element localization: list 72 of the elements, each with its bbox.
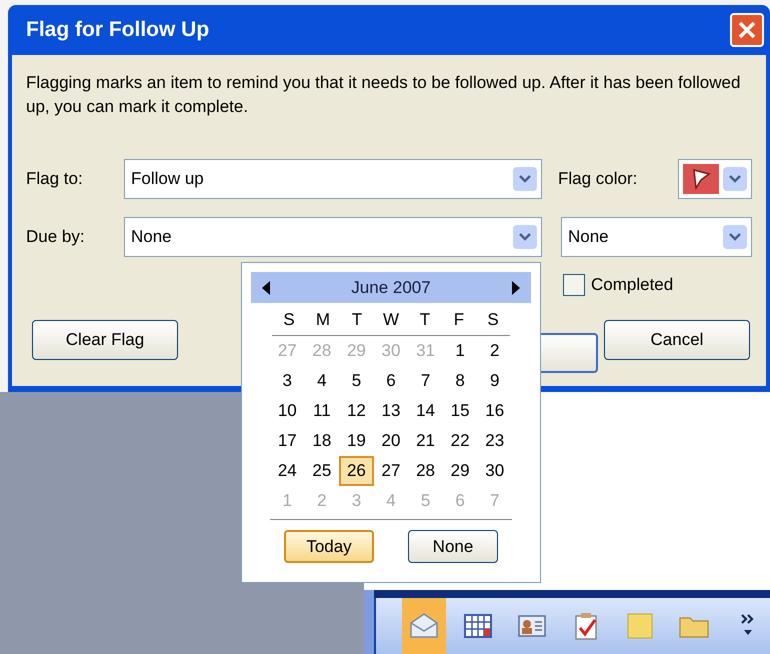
close-icon: [737, 20, 757, 40]
task-checklist-icon: [574, 612, 598, 640]
calendar-day[interactable]: 14: [408, 396, 443, 426]
none-button[interactable]: None: [408, 530, 498, 563]
close-button[interactable]: [730, 13, 764, 47]
weekday-label: W: [382, 308, 400, 331]
contact-card-icon: [518, 615, 546, 637]
calendar-day[interactable]: 23: [477, 426, 512, 456]
description-text: Flagging marks an item to remind you that it needs to be followed up. After it has been followed up, you can mark it complete.: [26, 72, 742, 118]
calendar-day[interactable]: 22: [442, 426, 478, 456]
weekday-label: T: [418, 308, 432, 331]
calendar-day[interactable]: 26: [339, 456, 374, 486]
calendar-day[interactable]: 4: [304, 366, 340, 396]
today-button[interactable]: Today: [284, 530, 374, 563]
chevron-down-icon: [519, 174, 531, 184]
cancel-button[interactable]: Cancel: [604, 320, 750, 360]
calendar-day[interactable]: 24: [270, 456, 305, 486]
due-date-dropdown[interactable]: None: [124, 217, 542, 257]
calendar-day[interactable]: 7: [408, 366, 443, 396]
calendar-day[interactable]: 1: [442, 336, 478, 366]
calendar-day[interactable]: 6: [374, 366, 408, 396]
next-month-arrow-icon[interactable]: [511, 280, 521, 294]
calendar-day[interactable]: 16: [477, 396, 512, 426]
calendar-day[interactable]: 30: [477, 456, 512, 486]
calendar-day[interactable]: 29: [442, 456, 478, 486]
chevron-down-icon: [729, 232, 741, 242]
calendar-day[interactable]: 15: [442, 396, 478, 426]
completed-checkbox[interactable]: [563, 274, 585, 296]
calendar-day[interactable]: 13: [374, 396, 408, 426]
calendar-day[interactable]: 12: [339, 396, 374, 426]
clear-flag-button[interactable]: Clear Flag: [32, 320, 178, 360]
dropdown-button[interactable]: [723, 167, 747, 191]
chevron-down-icon: [729, 174, 741, 184]
flag-color-picker[interactable]: [678, 159, 752, 199]
weekday-label: S: [282, 308, 296, 331]
calendar-day[interactable]: 9: [477, 366, 512, 396]
field-label: Due by:: [26, 226, 86, 248]
calendar-day[interactable]: 11: [304, 396, 340, 426]
weekday-label: T: [350, 308, 364, 331]
flag-icon: [691, 168, 711, 190]
calendar-day[interactable]: 17: [270, 426, 305, 456]
field-label: Flag to:: [26, 168, 84, 190]
calendar-day[interactable]: 28: [408, 456, 443, 486]
calendar-day[interactable]: 25: [304, 456, 340, 486]
dropdown-button[interactable]: [513, 167, 537, 191]
calendar-icon: [464, 614, 492, 638]
checkbox-label: Completed: [591, 274, 674, 296]
weekday-label: S: [486, 308, 500, 331]
calendar-day[interactable]: 10: [270, 396, 305, 426]
envelope-icon: [409, 613, 439, 639]
calendar-day[interactable]: 21: [408, 426, 443, 456]
calendar-day[interactable]: 18: [304, 426, 340, 456]
window-title: Flag for Follow Up: [26, 17, 210, 44]
dropdown-button[interactable]: [723, 225, 747, 249]
field-label: Flag color:: [558, 168, 638, 190]
calendar-day[interactable]: 2: [477, 336, 512, 366]
previous-month-arrow-icon[interactable]: [261, 280, 271, 294]
pane-grip-bar[interactable]: [374, 590, 770, 598]
chevron-down-icon: [519, 232, 531, 242]
weekday-label: M: [314, 308, 332, 331]
calendar-day[interactable]: 27: [374, 456, 408, 486]
calendar-day[interactable]: 20: [374, 426, 408, 456]
calendar-day[interactable]: 8: [442, 366, 478, 396]
calendar-day[interactable]: 19: [339, 426, 374, 456]
dropdown-button[interactable]: [513, 225, 537, 249]
note-icon: [627, 613, 653, 639]
calendar-day[interactable]: 5: [339, 366, 374, 396]
due-time-dropdown[interactable]: None: [561, 217, 752, 257]
calendar-day[interactable]: 3: [270, 366, 305, 396]
flag-to-dropdown[interactable]: Follow up: [124, 159, 542, 199]
month-title: June 2007: [351, 276, 431, 299]
weekday-label: F: [452, 308, 466, 331]
